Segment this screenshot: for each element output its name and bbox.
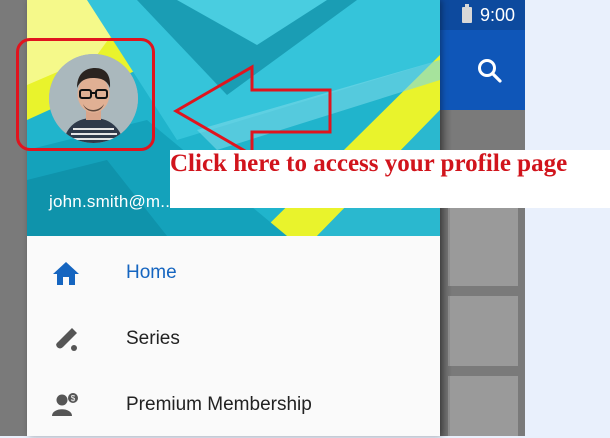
home-icon: [51, 258, 81, 288]
battery-icon: [461, 4, 472, 23]
search-icon[interactable]: [477, 58, 503, 84]
status-bar: 9:00: [440, 0, 525, 30]
drawer-nav-list: Home Series $ Premium Membership: [27, 240, 440, 438]
nav-item-label: Series: [126, 328, 180, 349]
nav-item-home[interactable]: Home: [27, 240, 440, 306]
callout-text: Click here to access your profile page: [170, 150, 568, 177]
content-card[interactable]: [448, 376, 518, 436]
status-time: 9:00: [479, 4, 515, 25]
nav-item-series[interactable]: Series: [27, 306, 440, 372]
nav-item-label: Home: [126, 262, 177, 283]
content-card[interactable]: [448, 296, 518, 366]
premium-membership-icon: $: [51, 390, 81, 420]
nav-item-label: Premium Membership: [126, 394, 312, 415]
annotation-callout: Click here to access your profile page: [170, 150, 610, 208]
cricket-bat-icon: [51, 324, 81, 354]
profile-highlight-box: [16, 38, 155, 151]
nav-item-premium-membership[interactable]: $ Premium Membership: [27, 372, 440, 438]
svg-text:$: $: [71, 394, 76, 403]
